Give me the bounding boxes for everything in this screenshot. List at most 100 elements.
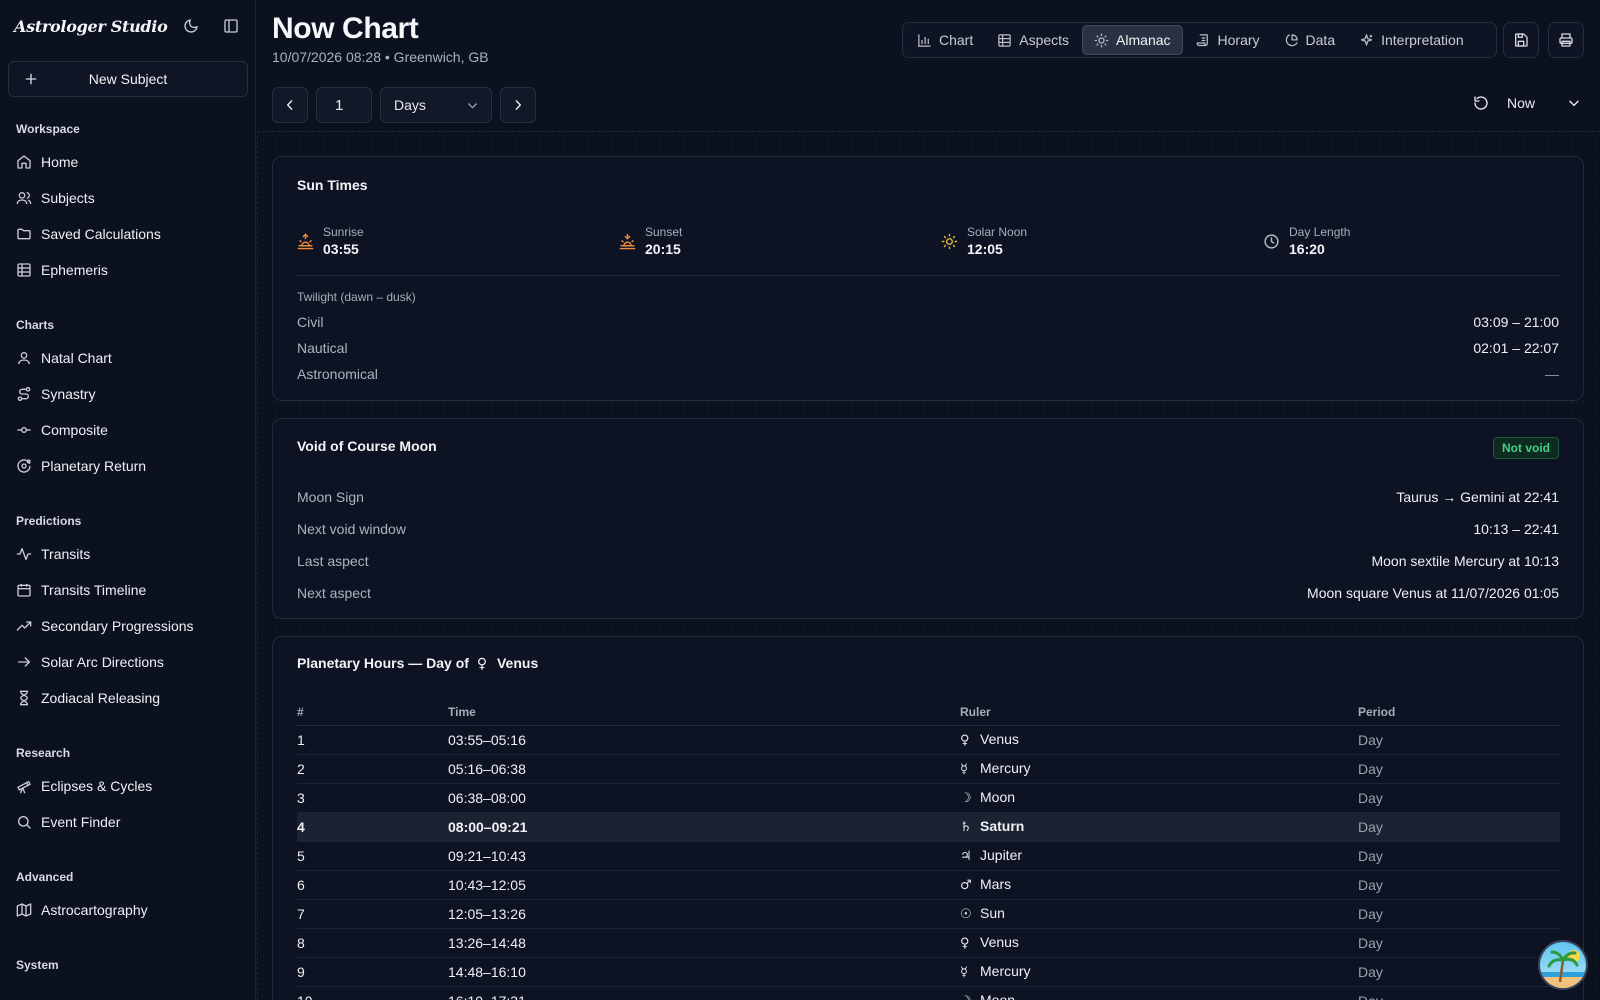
sidebar-item-planetary-return[interactable]: Planetary Return: [16, 454, 146, 478]
sidebar-item-ephemeris[interactable]: Ephemeris: [16, 258, 108, 282]
table-row: 7 12:05–13:26 ☉ Sun Day: [297, 899, 1560, 929]
ruler-name: Moon: [980, 789, 1016, 805]
section-charts: Charts: [16, 318, 55, 332]
sidebar-item-label: Event Finder: [41, 814, 121, 830]
calendar-icon: [16, 582, 32, 598]
solar-noon-label: Solar Noon: [967, 225, 1028, 239]
hour-ruler: ♀ Venus: [960, 725, 1358, 755]
section-advanced: Advanced: [16, 870, 74, 884]
sidebar-item-event-finder[interactable]: Event Finder: [16, 810, 120, 834]
arrow-right-icon: [16, 654, 32, 670]
tab-label: Data: [1305, 32, 1336, 48]
sidebar-item-home[interactable]: Home: [16, 150, 78, 174]
route-icon: [16, 386, 32, 402]
hour-ruler: ♃ Jupiter: [960, 841, 1358, 871]
sidebar-item-solar-arc-directions[interactable]: Solar Arc Directions: [16, 650, 164, 674]
sunrise-icon: [297, 233, 314, 250]
mars-icon: ♂: [960, 878, 972, 893]
twilight-nautical-value: 02:01 – 22:07: [1473, 340, 1559, 356]
ruler-name: Moon: [980, 992, 1016, 1000]
folder-icon: [16, 226, 32, 242]
theme-toggle-moon-icon[interactable]: [181, 16, 201, 36]
ruler-name: Venus: [980, 731, 1019, 747]
unit-select-value: Days: [394, 97, 426, 113]
sidebar-item-eclipses-cycles[interactable]: Eclipses & Cycles: [16, 774, 152, 798]
print-button[interactable]: [1548, 22, 1584, 58]
rotate-ccw-icon: [1473, 95, 1489, 111]
tab-horary[interactable]: Horary: [1185, 25, 1271, 55]
sunrise-label: Sunrise: [323, 225, 364, 239]
sunset-label: Sunset: [645, 225, 683, 239]
clock-icon: [1263, 233, 1280, 250]
sunrise-value: 03:55: [323, 241, 359, 257]
sidebar-item-zodiacal-releasing[interactable]: Zodiacal Releasing: [16, 686, 160, 710]
now-menu-chevron-icon[interactable]: [1567, 96, 1581, 110]
planetary-hours-card: Planetary Hours — Day of ♀ Venus # Time …: [272, 636, 1584, 1000]
hour-period: Day: [1358, 725, 1560, 755]
hour-time: 03:55–05:16: [448, 725, 960, 755]
tab-chart[interactable]: Chart: [906, 25, 984, 55]
sidebar-item-subjects[interactable]: Subjects: [16, 186, 95, 210]
telescope-icon: [16, 778, 32, 794]
pie-chart-icon: [1284, 33, 1299, 48]
card-title: Planetary Hours — Day of ♀ Venus: [297, 655, 538, 672]
save-button[interactable]: [1503, 22, 1539, 58]
table-row: 3 06:38–08:00 ☽ Moon Day: [297, 783, 1560, 813]
hour-ruler: ☿ Mercury: [960, 957, 1358, 987]
sidebar-item-label: Ephemeris: [41, 262, 108, 278]
next-void-label: Next void window: [297, 521, 406, 537]
printer-icon: [1558, 32, 1574, 48]
previous-button[interactable]: [272, 87, 308, 123]
tab-data[interactable]: Data: [1273, 25, 1347, 55]
new-subject-button[interactable]: New Subject: [8, 61, 248, 97]
ruler-name: Venus: [980, 934, 1019, 950]
brand-logo[interactable]: Astrologer Studio: [14, 17, 168, 36]
hour-time: 16:10–17:31: [448, 986, 960, 1000]
tab-almanac[interactable]: Almanac: [1082, 25, 1183, 55]
assistant-avatar[interactable]: [1538, 940, 1588, 990]
tab-aspects[interactable]: Aspects: [986, 25, 1080, 55]
ruler-name: Mercury: [980, 760, 1031, 776]
ruler-name: Mercury: [980, 963, 1031, 979]
moon-icon: ☽: [960, 994, 980, 1000]
sidebar-item-secondary-progressions[interactable]: Secondary Progressions: [16, 614, 194, 638]
hour-period: Day: [1358, 870, 1560, 900]
sidebar-toggle-icon[interactable]: [221, 16, 241, 36]
tab-interpretation[interactable]: Interpretation: [1348, 25, 1475, 55]
sidebar-item-astrocartography[interactable]: Astrocartography: [16, 898, 148, 922]
sidebar-item-natal-chart[interactable]: Natal Chart: [16, 346, 112, 370]
hour-time: 13:26–14:48: [448, 928, 960, 958]
sidebar-item-label: Synastry: [41, 386, 96, 402]
hour-time: 08:00–09:21: [448, 812, 960, 842]
table-row: 6 10:43–12:05 ♂ Mars Day: [297, 870, 1560, 900]
next-button[interactable]: [500, 87, 536, 123]
hour-period: Day: [1358, 899, 1560, 929]
hour-number: 8: [297, 928, 448, 958]
twilight-civil-value: 03:09 – 21:00: [1473, 314, 1559, 330]
sidebar-item-label: Saved Calculations: [41, 226, 161, 242]
bar-chart-icon: [917, 33, 932, 48]
hour-ruler: ♄ Saturn: [960, 812, 1358, 842]
sidebar-item-saved-calculations[interactable]: Saved Calculations: [16, 222, 161, 246]
column-header-ruler: Ruler: [960, 699, 1358, 726]
orbit-icon: [16, 458, 32, 474]
sun-times-card: Sun Times Sunrise 03:55 Sunset 20:15 Sol…: [272, 156, 1584, 401]
status-badge: Not void: [1493, 437, 1559, 459]
next-void-value: 10:13 – 22:41: [1473, 521, 1559, 537]
section-workspace: Workspace: [16, 122, 80, 136]
brand-row: Astrologer Studio: [14, 14, 241, 38]
sidebar-item-transits[interactable]: Transits: [16, 542, 90, 566]
step-input[interactable]: 1: [316, 87, 372, 123]
home-icon: [16, 154, 32, 170]
sidebar-item-synastry[interactable]: Synastry: [16, 382, 95, 406]
trending-up-icon: [16, 618, 32, 634]
sidebar-item-transits-timeline[interactable]: Transits Timeline: [16, 578, 146, 602]
next-aspect-label: Next aspect: [297, 585, 371, 601]
unit-select[interactable]: Days: [380, 87, 492, 123]
ruler-name: Saturn: [980, 818, 1025, 834]
sidebar-item-composite[interactable]: Composite: [16, 418, 108, 442]
now-button[interactable]: Now: [1473, 95, 1581, 111]
void-of-course-card: Void of Course Moon Not void Moon Sign T…: [272, 418, 1584, 619]
last-aspect-label: Last aspect: [297, 553, 369, 569]
page-subtitle: 10/07/2026 08:28 • Greenwich, GB: [272, 49, 489, 65]
